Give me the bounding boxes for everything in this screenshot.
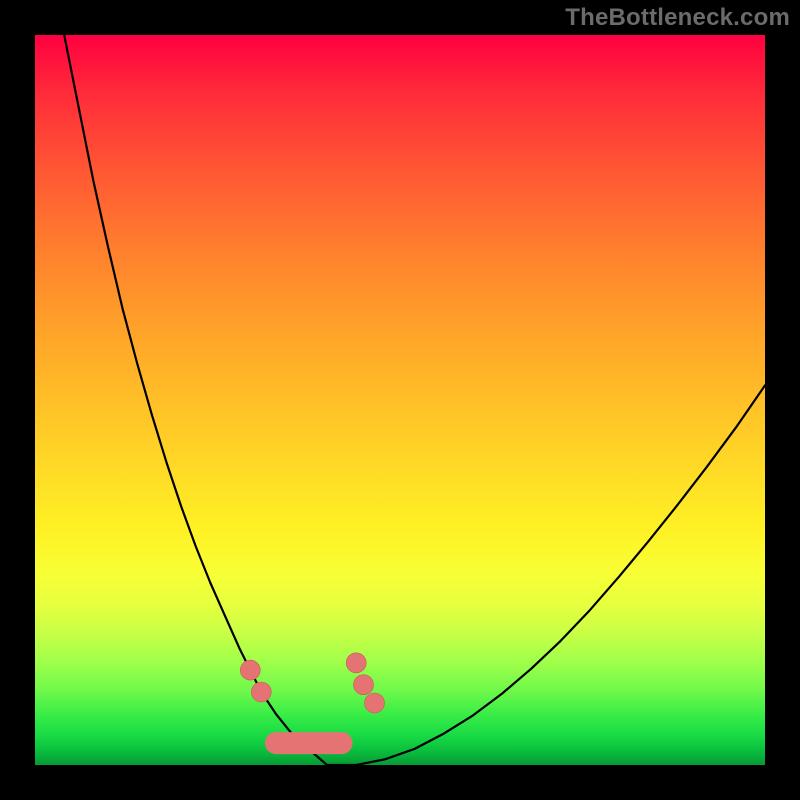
curve-marker bbox=[251, 682, 271, 702]
curve-marker bbox=[240, 660, 260, 680]
curve-marker bbox=[365, 693, 385, 713]
plot-area bbox=[35, 35, 765, 765]
curve-markers bbox=[240, 653, 384, 713]
bottleneck-curve bbox=[64, 35, 765, 765]
watermark-text: TheBottleneck.com bbox=[565, 4, 790, 32]
curve-marker bbox=[346, 653, 366, 673]
bottleneck-curve-svg bbox=[35, 35, 765, 765]
chart-frame: TheBottleneck.com bbox=[0, 0, 800, 800]
curve-marker bbox=[354, 675, 374, 695]
